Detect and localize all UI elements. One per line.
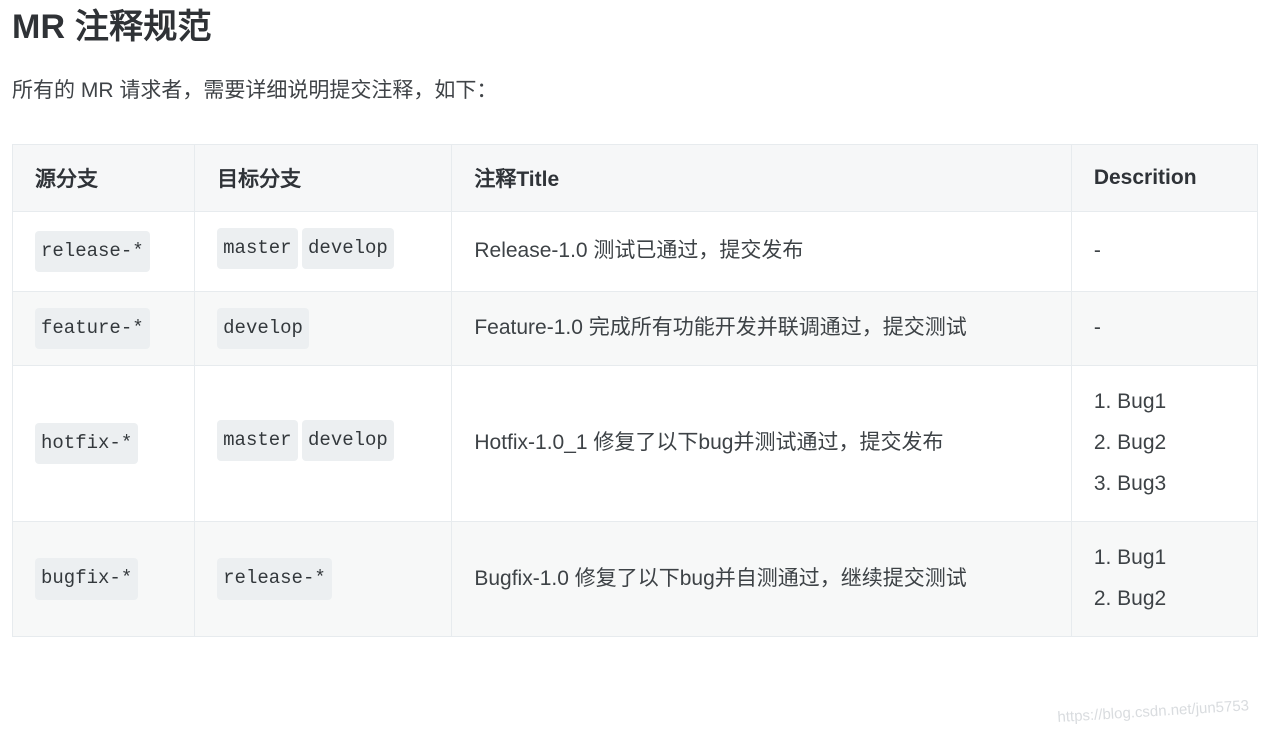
- cell-source-branch: hotfix-*: [11, 365, 196, 523]
- cell-target-branch: release-*: [194, 521, 453, 637]
- branch-chip: release-*: [35, 231, 150, 273]
- bug-list-item: 1. Bug1: [1093, 390, 1167, 414]
- cell-description: -: [1070, 210, 1259, 293]
- page-title: MR 注释规范: [12, 8, 212, 46]
- cell-description: 1. Bug1 2. Bug2 3. Bug3: [1070, 365, 1259, 523]
- bug-list: 1. Bug1 2. Bug2 3. Bug3: [1094, 382, 1235, 505]
- page-root: MR 注释规范 所有的 MR 请求者，需要详细说明提交注释，如下： 源分支 目标…: [0, 6, 1270, 637]
- table-row: bugfix-* release-* Bugfix-1.0 修复了以下bug并自…: [11, 521, 1259, 637]
- cell-description: -: [1070, 291, 1259, 367]
- description-dash: -: [1093, 239, 1101, 263]
- description-dash: -: [1093, 316, 1101, 340]
- table-header-row: 源分支 目标分支 注释Title Descrition: [11, 144, 1259, 212]
- branch-chip: develop: [302, 228, 394, 270]
- cell-target-branch: develop: [194, 291, 453, 367]
- bug-list-item: 1. Bug1: [1093, 546, 1167, 570]
- cell-source-branch: bugfix-*: [11, 521, 196, 637]
- branch-chip: master: [217, 420, 298, 462]
- column-header-source-branch: 源分支: [11, 144, 196, 212]
- branch-chip: feature-*: [35, 308, 150, 350]
- bug-list-item: 3. Bug3: [1093, 472, 1167, 496]
- column-header-description: Descrition: [1070, 144, 1259, 212]
- source-watermark: https://blog.csdn.net/jun5753: [1057, 697, 1250, 726]
- branch-chip: master: [217, 228, 298, 270]
- branch-chip: develop: [302, 420, 394, 462]
- branch-chip: bugfix-*: [35, 558, 139, 600]
- cell-target-branch: master develop: [194, 210, 453, 293]
- mr-convention-table: 源分支 目标分支 注释Title Descrition release-* ma…: [11, 144, 1259, 637]
- cell-comment-title: Bugfix-1.0 修复了以下bug并自测通过，继续提交测试: [451, 521, 1072, 637]
- cell-target-branch: master develop: [194, 365, 453, 523]
- bug-list: 1. Bug1 2. Bug2: [1094, 538, 1235, 620]
- cell-source-branch: release-*: [11, 210, 196, 293]
- branch-chip: release-*: [217, 558, 332, 600]
- column-header-target-branch: 目标分支: [194, 144, 453, 212]
- column-header-comment-title: 注释Title: [451, 144, 1072, 212]
- mr-table-wrapper: 源分支 目标分支 注释Title Descrition release-* ma…: [11, 144, 1259, 637]
- table-row: release-* master develop Release-1.0 测试已…: [11, 210, 1259, 293]
- bug-list-item: 2. Bug2: [1093, 587, 1167, 611]
- cell-comment-title: Hotfix-1.0_1 修复了以下bug并测试通过，提交发布: [451, 365, 1072, 523]
- cell-description: 1. Bug1 2. Bug2: [1070, 521, 1259, 637]
- table-body: release-* master develop Release-1.0 测试已…: [11, 210, 1259, 637]
- intro-paragraph: 所有的 MR 请求者，需要详细说明提交注释，如下：: [12, 78, 498, 102]
- cell-comment-title: Release-1.0 测试已通过，提交发布: [451, 210, 1072, 293]
- table-header: 源分支 目标分支 注释Title Descrition: [11, 144, 1259, 212]
- branch-chip: develop: [217, 308, 309, 350]
- table-row: feature-* develop Feature-1.0 完成所有功能开发并联…: [11, 291, 1259, 367]
- branch-chip: hotfix-*: [35, 423, 139, 465]
- table-row: hotfix-* master develop Hotfix-1.0_1 修复了…: [11, 365, 1259, 523]
- cell-source-branch: feature-*: [11, 291, 196, 367]
- cell-comment-title: Feature-1.0 完成所有功能开发并联调通过，提交测试: [451, 291, 1072, 367]
- bug-list-item: 2. Bug2: [1093, 431, 1167, 455]
